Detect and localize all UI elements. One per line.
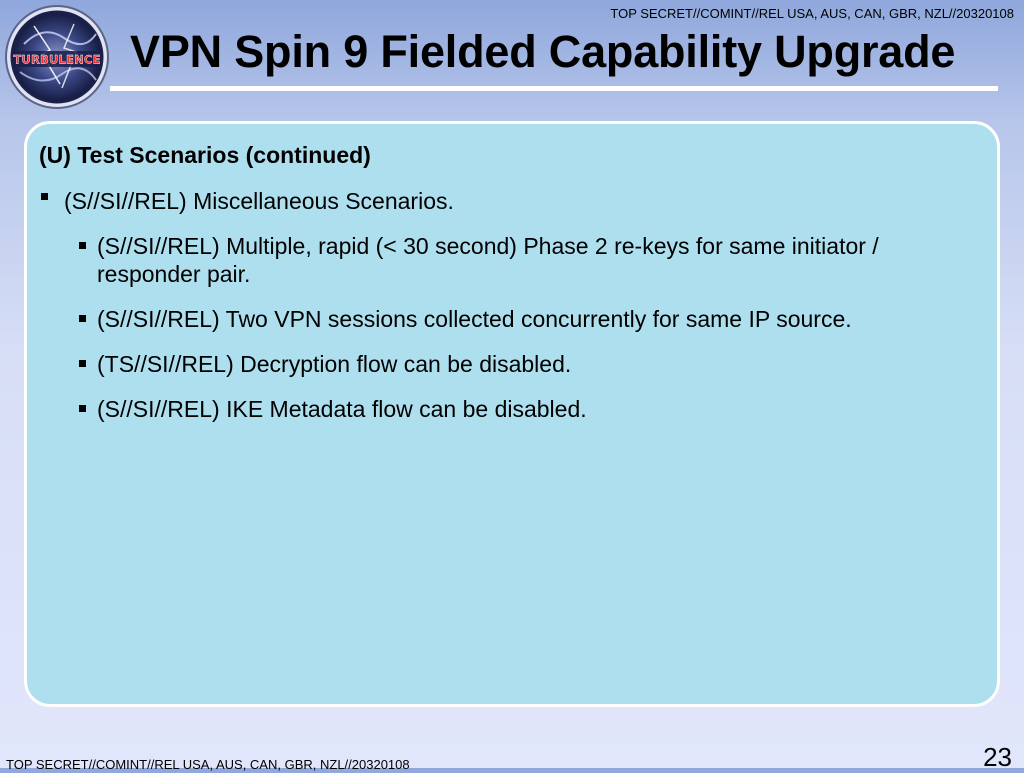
page-number: 23 <box>983 742 1012 772</box>
bullet-item: (S//SI//REL) Miscellaneous Scenarios. <box>41 188 454 215</box>
square-bullet-icon <box>79 315 86 322</box>
sub-bullet-text: (TS//SI//REL) Decryption flow can be dis… <box>97 351 572 377</box>
sub-bullet-list: (S//SI//REL) Multiple, rapid (< 30 secon… <box>77 232 977 440</box>
classification-top: TOP SECRET//COMINT//REL USA, AUS, CAN, G… <box>610 6 1014 21</box>
square-bullet-icon <box>79 360 86 367</box>
square-bullet-icon <box>79 405 86 412</box>
bullet-text: (S//SI//REL) Miscellaneous Scenarios. <box>64 188 454 214</box>
content-panel: (U) Test Scenarios (continued) (S//SI//R… <box>24 121 1000 707</box>
sub-bullet-item: (TS//SI//REL) Decryption flow can be dis… <box>77 350 977 378</box>
sub-bullet-item: (S//SI//REL) IKE Metadata flow can be di… <box>77 395 977 423</box>
square-bullet-icon <box>79 242 86 249</box>
sub-bullet-item: (S//SI//REL) Multiple, rapid (< 30 secon… <box>77 232 977 288</box>
sub-bullet-text: (S//SI//REL) IKE Metadata flow can be di… <box>97 396 587 422</box>
sub-bullet-item: (S//SI//REL) Two VPN sessions collected … <box>77 305 977 333</box>
sub-bullet-text: (S//SI//REL) Two VPN sessions collected … <box>97 306 852 332</box>
classification-bottom: TOP SECRET//COMINT//REL USA, AUS, CAN, G… <box>6 757 410 772</box>
turbulence-logo-icon: TURBULENCE <box>4 4 110 110</box>
slide-title: VPN Spin 9 Fielded Capability Upgrade <box>130 26 956 77</box>
square-bullet-icon <box>41 193 48 201</box>
section-heading: (U) Test Scenarios (continued) <box>39 142 371 168</box>
logo-text: TURBULENCE <box>13 53 100 67</box>
sub-bullet-text: (S//SI//REL) Multiple, rapid (< 30 secon… <box>97 233 879 287</box>
title-underline <box>110 86 998 91</box>
